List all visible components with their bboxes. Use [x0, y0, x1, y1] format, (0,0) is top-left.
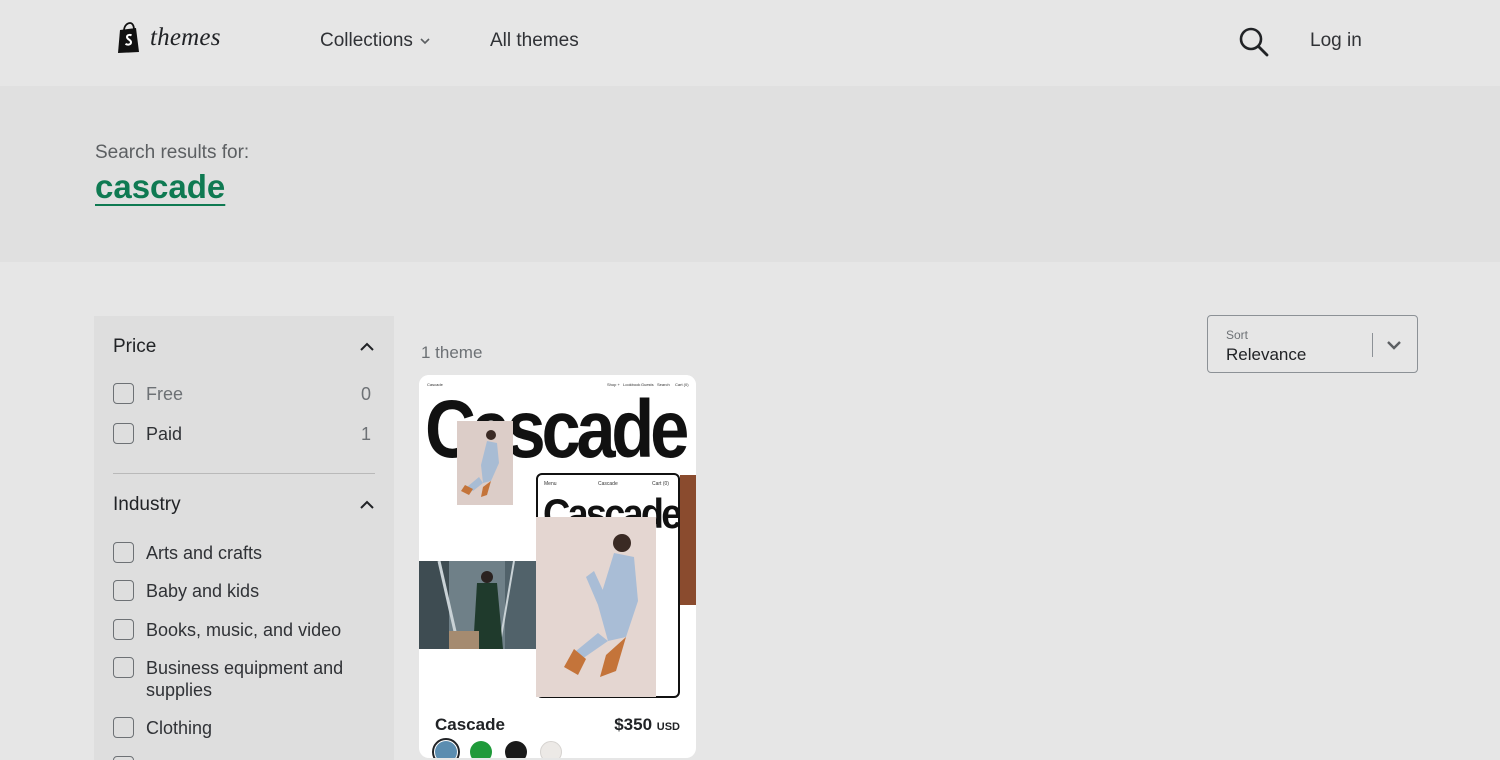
filter-option-label: Paid: [146, 424, 183, 444]
sort-value: Relevance: [1226, 345, 1307, 364]
filter-option-clothing[interactable]: Clothing: [113, 717, 371, 739]
nav-all-themes[interactable]: All themes: [490, 30, 579, 52]
swatch-black[interactable]: [505, 741, 527, 758]
nav-collections-label: Collections: [320, 30, 413, 51]
filter-option-paid[interactable]: Paid 1: [113, 423, 371, 445]
filter-option-label: Business equipment and supplies: [146, 658, 344, 700]
theme-price: $350 USD: [614, 715, 680, 735]
logo[interactable]: themes: [116, 22, 221, 54]
theme-name[interactable]: Cascade: [435, 715, 505, 735]
swatch-green[interactable]: [470, 741, 492, 758]
filter-option-label: Books, music, and video: [146, 620, 342, 640]
filter-option-arts-and-crafts[interactable]: Arts and crafts: [113, 542, 371, 564]
preview-photo-model: [457, 421, 513, 505]
filter-option-count: 0: [360, 384, 371, 404]
filter-option-business-equipment[interactable]: Business equipment and supplies: [113, 657, 371, 701]
checkbox[interactable]: [113, 619, 134, 640]
filter-option-baby-and-kids[interactable]: Baby and kids: [113, 580, 371, 602]
logo-text: themes: [150, 24, 221, 51]
search-icon[interactable]: [1238, 26, 1270, 58]
theme-card[interactable]: Cascade Shop + Lookbook Guests Search Ca…: [419, 375, 696, 758]
filter-option-books-music-video[interactable]: Books, music, and video: [113, 619, 371, 641]
filter-option-label: Baby and kids: [146, 581, 260, 601]
filter-option-free[interactable]: Free 0: [113, 383, 371, 405]
preview-mobile-nav-item: Cart (0): [652, 481, 669, 487]
theme-price-amount: $350: [614, 715, 653, 734]
checkbox[interactable]: [113, 717, 134, 738]
industry-filter-title: Industry: [113, 494, 181, 515]
theme-price-currency: USD: [656, 721, 680, 733]
swatch-blue[interactable]: [432, 738, 460, 758]
search-banner: Search results for: cascade: [0, 86, 1500, 262]
sort-select[interactable]: Sort Relevance: [1207, 315, 1418, 373]
checkbox[interactable]: [113, 423, 134, 444]
filter-divider: [113, 473, 375, 474]
site-header: themes Collections All themes Log in: [0, 0, 1500, 86]
nav-collections[interactable]: Collections: [320, 30, 431, 52]
filter-option-label: Free: [146, 384, 184, 404]
checkbox[interactable]: [113, 580, 134, 601]
industry-filter-header[interactable]: Industry: [113, 494, 375, 516]
price-filter-title: Price: [113, 336, 157, 357]
filter-option-label: Clothing: [146, 718, 213, 738]
price-filter-header[interactable]: Price: [113, 336, 375, 358]
preview-mobile-nav-item: Menu: [544, 481, 557, 487]
preview-photo-main: [536, 517, 656, 697]
filter-option-label: Arts and crafts: [146, 543, 263, 563]
chevron-up-icon: [360, 342, 374, 351]
nav-all-themes-label: All themes: [490, 30, 579, 51]
theme-preview-image[interactable]: Cascade Shop + Lookbook Guests Search Ca…: [419, 375, 696, 705]
filters-sidebar: Price Free 0 Paid 1 Industry Arts and cr…: [94, 316, 394, 760]
sort-divider: [1372, 333, 1373, 357]
checkbox[interactable]: [113, 657, 134, 678]
checkbox[interactable]: [113, 383, 134, 404]
results-count: 1 theme: [421, 343, 483, 362]
swatch-light[interactable]: [540, 741, 562, 758]
preview-photo-street: [419, 561, 536, 649]
chevron-down-icon: [420, 38, 430, 45]
search-results-label: Search results for:: [95, 142, 250, 163]
filter-option-next[interactable]: [113, 756, 371, 760]
login-link[interactable]: Log in: [1310, 30, 1362, 52]
preview-photo-strip: [680, 475, 696, 605]
checkbox[interactable]: [113, 756, 134, 760]
shopify-bag-icon: [118, 22, 139, 53]
preview-mobile-nav-item: Cascade: [598, 481, 618, 487]
style-swatches: [432, 738, 562, 758]
chevron-down-icon: [1387, 341, 1401, 350]
sort-label: Sort: [1226, 328, 1249, 342]
filter-option-count: 1: [360, 424, 371, 444]
chevron-up-icon: [360, 500, 374, 509]
checkbox[interactable]: [113, 542, 134, 563]
search-term-link[interactable]: cascade: [95, 168, 225, 206]
